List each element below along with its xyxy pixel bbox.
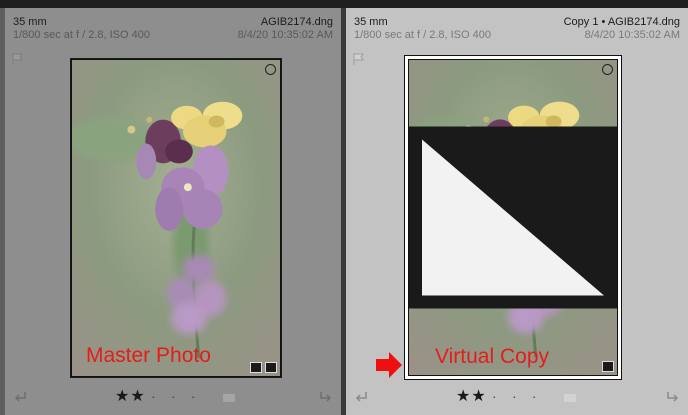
- flag-icon[interactable]: [352, 52, 366, 66]
- thumbnail-virtual-copy[interactable]: Virtual Copy: [404, 55, 622, 380]
- virtual-copy-corner-icon: [409, 126, 617, 309]
- rating-stars: ★★: [456, 388, 487, 405]
- quick-collection-icon[interactable]: [265, 64, 276, 75]
- capture-datetime: 8/4/20 10:35:02 AM: [237, 29, 333, 41]
- flag-icon[interactable]: [11, 52, 25, 66]
- master-photo-label: Master Photo: [86, 344, 211, 367]
- capture-datetime: 8/4/20 10:35:02 AM: [584, 29, 680, 41]
- rating-stars: ★★: [115, 388, 146, 405]
- grid-cell-master[interactable]: 35 mm AGIB2174.dng 1/800 sec at f / 2.8,…: [0, 8, 341, 415]
- rating-dots: · · ·: [492, 389, 543, 404]
- separator: •: [601, 16, 606, 28]
- crop-badge-icon: [250, 362, 262, 373]
- grid-cell-virtual-copy[interactable]: 35 mm Copy 1 • AGIB2174.dng 1/800 sec at…: [346, 8, 688, 415]
- focal-length: 35 mm: [13, 16, 47, 28]
- exposure-info: 1/800 sec at f / 2.8, ISO 400: [13, 29, 150, 41]
- top-bar: [0, 0, 688, 8]
- exposure-info: 1/800 sec at f / 2.8, ISO 400: [354, 29, 491, 41]
- rotate-right-icon[interactable]: [665, 388, 681, 404]
- copy-filename: Copy 1 • AGIB2174.dng: [564, 16, 680, 28]
- color-label[interactable]: [564, 394, 576, 402]
- color-label[interactable]: [223, 394, 235, 402]
- filename: AGIB2174.dng: [607, 16, 680, 28]
- cell-footer: ★★ · · ·: [346, 385, 688, 407]
- rotate-left-icon[interactable]: [12, 388, 28, 404]
- filename: AGIB2174.dng: [260, 16, 333, 28]
- flower-photo: Virtual Copy: [408, 59, 618, 376]
- cell-footer: ★★ · · ·: [5, 385, 341, 407]
- red-arrow-icon: [376, 352, 402, 378]
- virtual-copy-label: Virtual Copy: [435, 345, 550, 368]
- star-rating[interactable]: ★★ · · ·: [456, 386, 542, 406]
- rotate-left-icon[interactable]: [353, 388, 369, 404]
- rating-dots: · · ·: [151, 389, 202, 404]
- develop-adjust-icon: [265, 362, 277, 373]
- star-rating[interactable]: ★★ · · ·: [115, 386, 201, 406]
- thumbnail-master[interactable]: Master Photo: [70, 58, 282, 378]
- copy-name: Copy 1: [563, 16, 599, 28]
- focal-length: 35 mm: [354, 16, 388, 28]
- rotate-right-icon[interactable]: [318, 388, 334, 404]
- flower-photo: Master Photo: [71, 59, 281, 377]
